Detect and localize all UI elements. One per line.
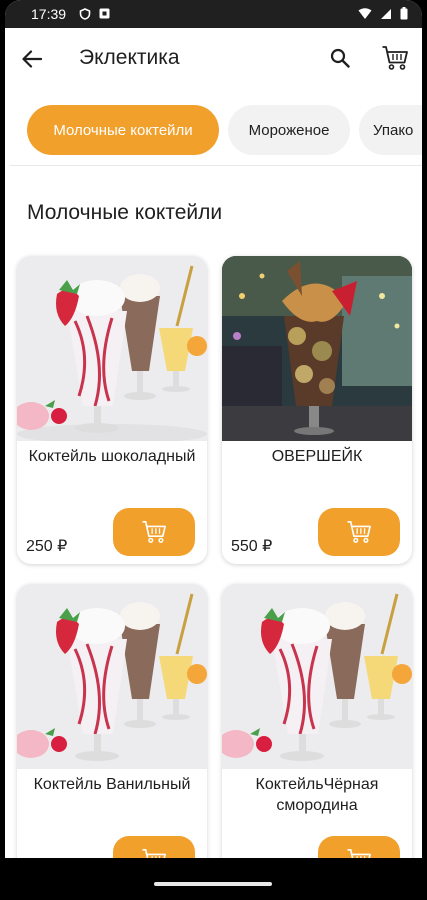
cart-button[interactable]: [379, 42, 411, 74]
notification-status-icon: [99, 8, 110, 19]
status-bar: 17:39: [5, 0, 422, 28]
product-name: Коктейль шоколадный: [28, 448, 196, 465]
search-icon: [330, 48, 350, 68]
product-name: КоктейльЧёрная смородина: [255, 776, 379, 814]
chip-milkshakes[interactable]: Молочные коктейли: [27, 105, 219, 155]
product-image-overshake: [222, 256, 412, 441]
app-title: Эклектика: [79, 46, 180, 69]
signal-icon: [381, 8, 391, 19]
app-bar: Эклектика: [5, 28, 422, 90]
category-chips: Молочные коктейли Мороженое Упако: [5, 105, 422, 157]
home-handle[interactable]: [154, 882, 272, 886]
chip-ice-cream[interactable]: Мороженое: [228, 105, 350, 155]
product-image-milkshakes: [222, 584, 412, 769]
shield-status-icon: [79, 8, 91, 20]
chips-divider: [10, 165, 422, 166]
product-card[interactable]: КоктейльЧёрная смородина: [222, 584, 412, 874]
status-right: [358, 7, 408, 20]
cart-icon: [347, 521, 371, 543]
cart-icon: [142, 521, 166, 543]
back-arrow-icon: [22, 50, 42, 68]
search-button[interactable]: [325, 43, 355, 73]
product-image-milkshakes: [17, 584, 207, 769]
chip-packaging[interactable]: Упако: [359, 105, 422, 155]
add-to-cart-button[interactable]: [318, 508, 400, 556]
nav-background: [5, 858, 422, 900]
wifi-icon: [358, 7, 372, 19]
product-price: 250 ₽: [26, 538, 68, 555]
product-card[interactable]: Коктейль Ванильный: [17, 584, 207, 874]
product-price: 550 ₽: [231, 538, 273, 555]
back-button[interactable]: [17, 44, 47, 74]
product-card[interactable]: ОВЕРШЕЙК 550 ₽: [222, 256, 412, 564]
section-title: Молочные коктейли: [27, 201, 223, 224]
status-time: 17:39: [31, 6, 67, 22]
product-name: ОВЕРШЕЙК: [271, 448, 363, 465]
product-name: Коктейль Ванильный: [33, 776, 191, 793]
add-to-cart-button[interactable]: [113, 508, 195, 556]
cart-icon: [382, 46, 408, 70]
battery-icon: [400, 7, 408, 20]
system-nav-bar: [0, 858, 427, 900]
product-image-milkshakes: [17, 256, 207, 441]
app-screen: 17:39 Эклектика Молочные коктейли Мороже…: [5, 0, 422, 900]
product-card[interactable]: Коктейль шоколадный 250 ₽: [17, 256, 207, 564]
